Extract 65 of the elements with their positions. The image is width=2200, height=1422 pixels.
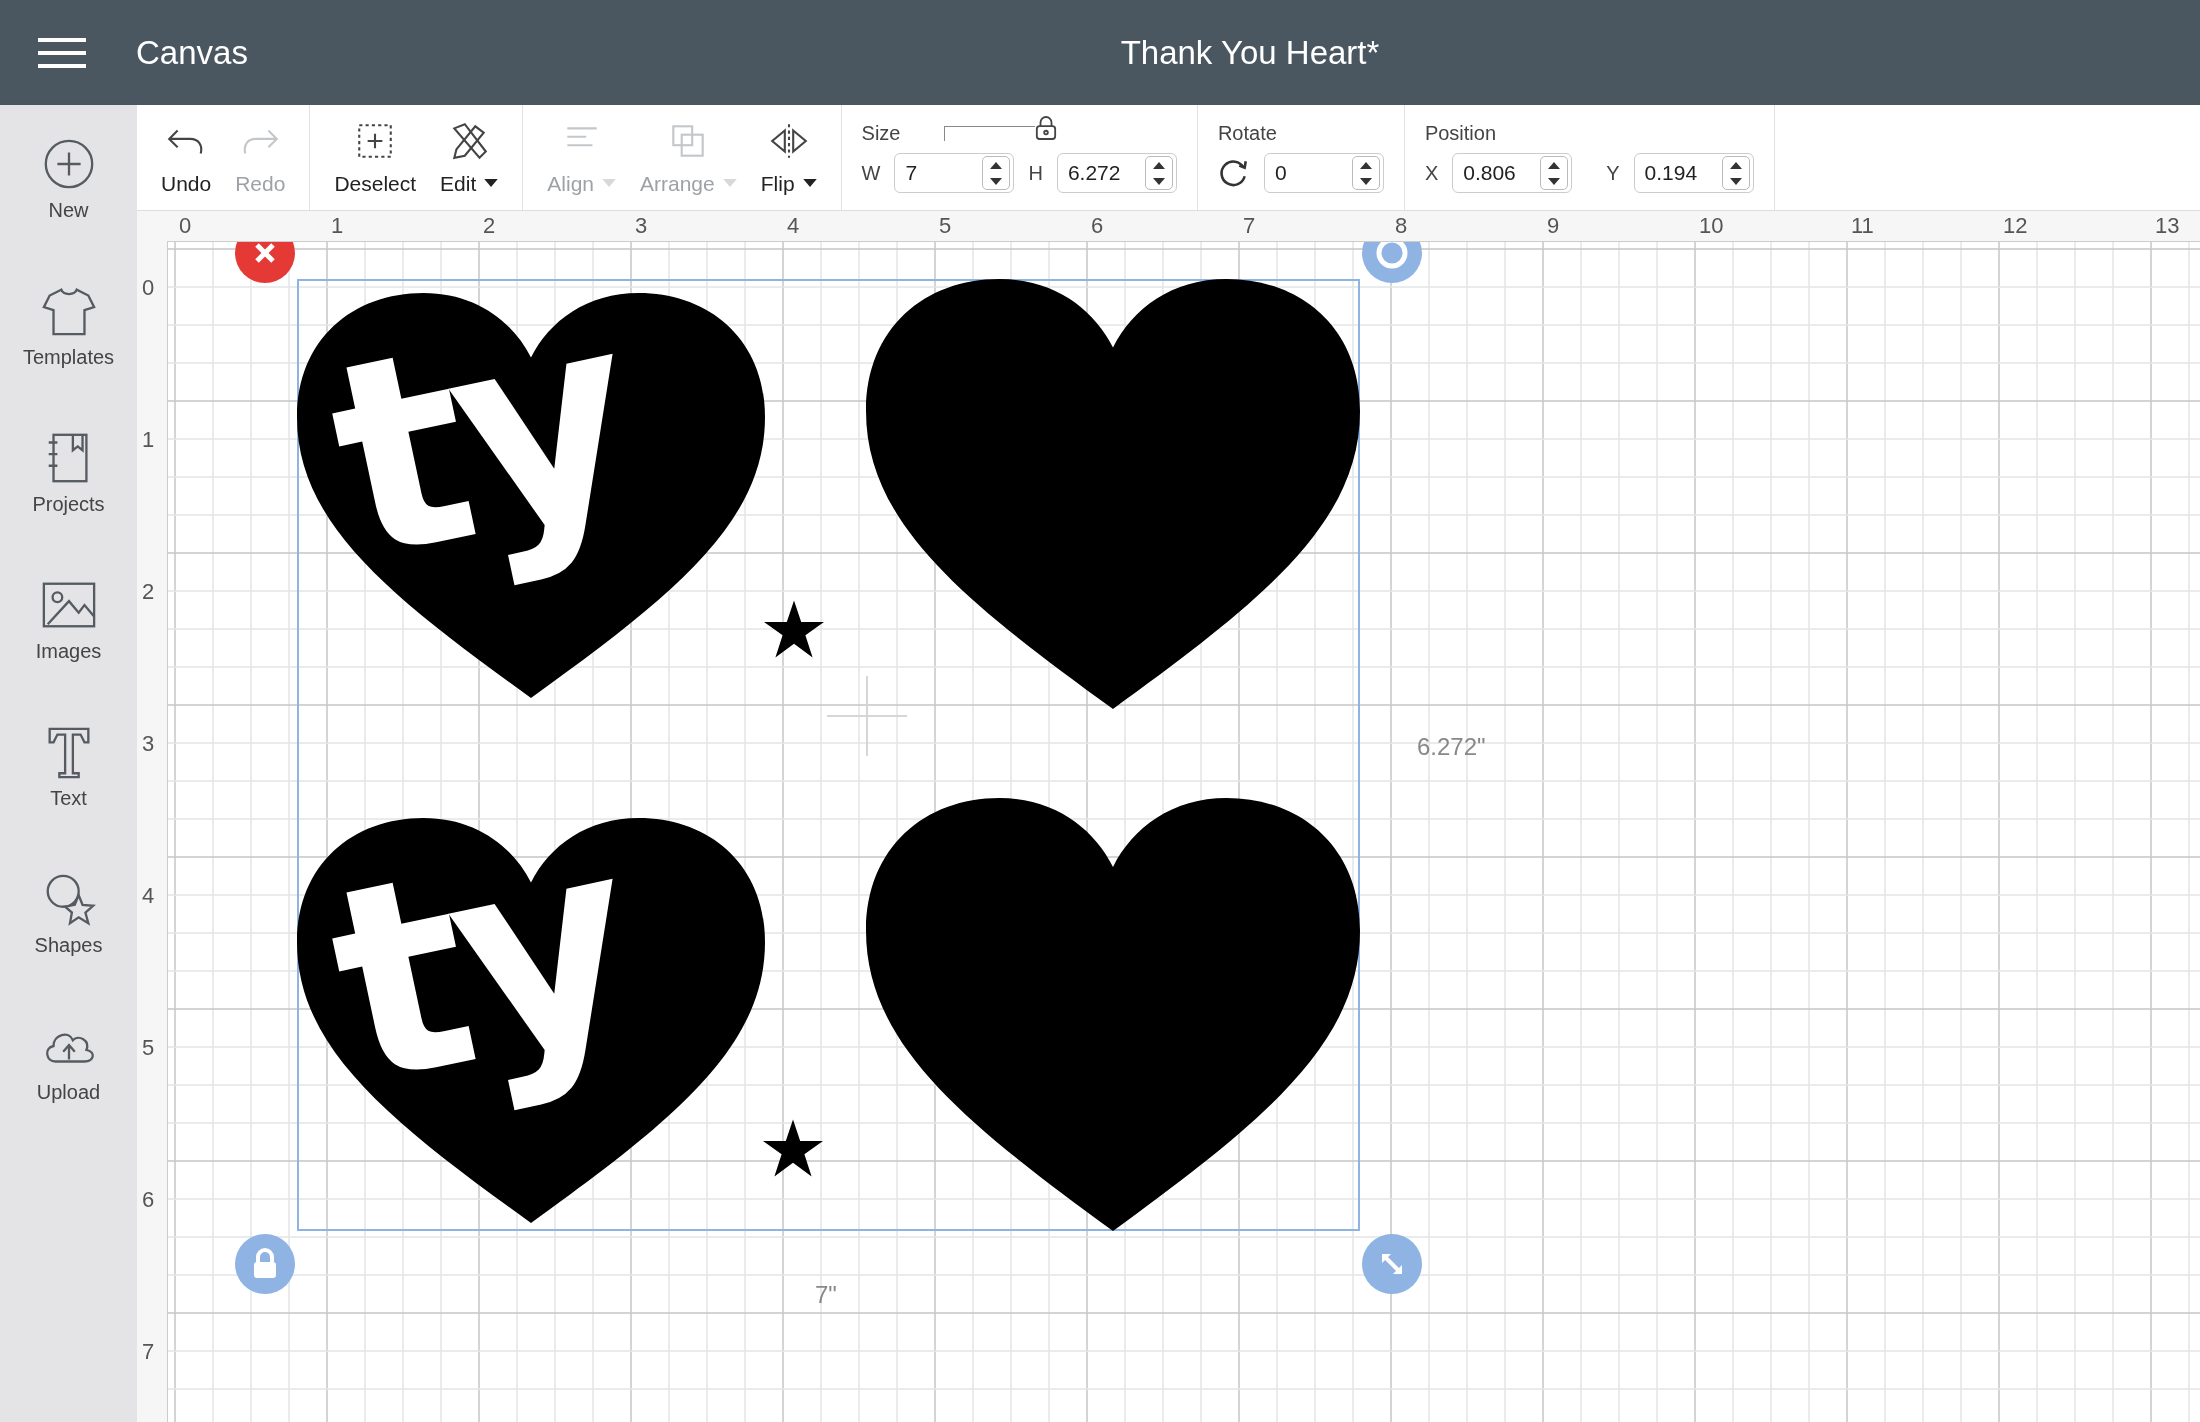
- center-crosshair-icon: [827, 676, 907, 756]
- ruler-number: 5: [142, 1035, 155, 1061]
- logo-text: ty: [312, 276, 648, 600]
- sidebar-item[interactable]: Images: [0, 576, 137, 723]
- sidebar-item[interactable]: Upload: [0, 1017, 137, 1164]
- section-title: Canvas: [136, 33, 248, 72]
- project-title: Thank You Heart*: [1120, 33, 1380, 72]
- ruler-number: 3: [635, 213, 648, 239]
- rotate-label: Rotate: [1217, 122, 1277, 145]
- logo-text: ty: [312, 801, 648, 1125]
- caret-icon: [484, 179, 499, 188]
- deselect-button[interactable]: Deselect: [322, 119, 429, 196]
- height-field[interactable]: 6.272: [1056, 153, 1177, 193]
- rotate-handle[interactable]: [1362, 242, 1422, 283]
- ruler-number: 11: [1851, 213, 1874, 239]
- ruler-number: 4: [142, 883, 155, 909]
- ruler-number: 0: [179, 213, 192, 239]
- delete-handle[interactable]: [235, 242, 295, 283]
- flip-button[interactable]: Flip: [748, 119, 829, 196]
- lock-handle[interactable]: [235, 1234, 295, 1294]
- sidebar-item[interactable]: Shapes: [0, 870, 137, 1017]
- rotate-field[interactable]: 0: [1263, 153, 1384, 193]
- width-field[interactable]: 7: [894, 153, 1015, 193]
- ruler-number: 4: [787, 213, 800, 239]
- y-label: Y: [1606, 161, 1620, 185]
- ruler-number: 7: [1243, 213, 1256, 239]
- caret-icon: [722, 179, 737, 188]
- resize-handle[interactable]: [1362, 1234, 1422, 1294]
- ruler-number: 2: [142, 579, 155, 605]
- position-label: Position: [1424, 122, 1497, 145]
- lock-icon[interactable]: [1035, 113, 1058, 142]
- sidebar-item[interactable]: Projects: [0, 429, 137, 576]
- caret-icon: [602, 179, 616, 188]
- ruler-number: 2: [483, 213, 496, 239]
- size-label: Size: [861, 122, 901, 145]
- height-label: H: [1028, 161, 1043, 185]
- ruler-number: 0: [142, 275, 155, 301]
- height-dimension: 6.272": [1417, 733, 1486, 761]
- ruler-number: 12: [2003, 213, 2028, 239]
- ruler-number: 10: [1699, 213, 1724, 239]
- sidebar-item[interactable]: Text: [0, 723, 137, 870]
- ruler-number: 1: [331, 213, 344, 239]
- ruler-number: 5: [939, 213, 952, 239]
- x-label: X: [1424, 161, 1439, 185]
- sidebar-item[interactable]: Templates: [0, 282, 137, 429]
- x-position-field[interactable]: 0.806: [1452, 153, 1573, 193]
- sidebar-item[interactable]: New: [0, 135, 137, 282]
- ruler-number: 9: [1547, 213, 1560, 239]
- ruler-number: 6: [1091, 213, 1104, 239]
- width-dimension: 7": [815, 1281, 837, 1309]
- ruler-number: 1: [142, 427, 155, 453]
- ruler-number: 3: [142, 731, 155, 757]
- menu-icon[interactable]: [38, 37, 86, 68]
- ruler-number: 6: [142, 1187, 155, 1213]
- y-position-field[interactable]: 0.194: [1633, 153, 1754, 193]
- ruler-number: 8: [1395, 213, 1408, 239]
- ruler-number: 7: [142, 1339, 155, 1365]
- rotate-icon: [1217, 157, 1250, 189]
- undo-button[interactable]: Undo: [149, 119, 224, 196]
- star-shape: [763, 1119, 823, 1177]
- ruler-number: 13: [2155, 213, 2180, 239]
- width-label: W: [861, 161, 881, 185]
- caret-icon: [802, 179, 817, 188]
- star-shape: [764, 600, 824, 658]
- edit-button[interactable]: Edit: [428, 119, 511, 196]
